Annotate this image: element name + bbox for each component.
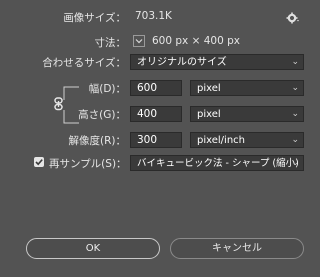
cancel-button[interactable]: キャンセル bbox=[170, 238, 304, 259]
resolution-unit-value: pixel/inch bbox=[197, 135, 245, 146]
chevron-down-icon: ⌄ bbox=[291, 135, 299, 145]
width-unit-select[interactable]: pixel ⌄ bbox=[190, 80, 304, 96]
resample-method-select[interactable]: バイキュービック法 - シャープ (縮小) ⌄ bbox=[130, 155, 304, 171]
height-unit-select[interactable]: pixel ⌄ bbox=[190, 106, 304, 122]
image-size-value: 703.1K bbox=[135, 10, 172, 22]
chevron-down-icon: ⌄ bbox=[291, 57, 299, 67]
gear-icon[interactable] bbox=[286, 9, 300, 28]
resample-checkbox[interactable] bbox=[34, 157, 44, 167]
resample-method-value: バイキュービック法 - シャープ (縮小) bbox=[137, 158, 299, 169]
image-size-label: 画像サイズ： bbox=[63, 12, 126, 24]
chevron-down-icon: ⌄ bbox=[291, 83, 299, 93]
width-unit-value: pixel bbox=[197, 83, 221, 94]
fit-to-label: 合わせるサイズ： bbox=[42, 57, 126, 69]
fit-to-select[interactable]: オリジナルのサイズ ⌄ bbox=[130, 54, 304, 70]
dimensions-label: 寸法： bbox=[94, 37, 127, 49]
image-size-dialog: 画像サイズ： 703.1K 寸法： 600 px × 400 px 合わせるサイ… bbox=[0, 0, 320, 277]
resample-label: 再サンプル(S)： bbox=[49, 158, 127, 170]
chevron-down-icon: ⌄ bbox=[291, 109, 299, 119]
resolution-input[interactable]: 300 bbox=[130, 132, 182, 148]
ok-button[interactable]: OK bbox=[26, 238, 160, 259]
height-label: 高さ(G)： bbox=[78, 109, 126, 121]
height-input[interactable]: 400 bbox=[130, 106, 182, 122]
resolution-unit-select[interactable]: pixel/inch ⌄ bbox=[190, 132, 304, 148]
width-input[interactable]: 600 bbox=[130, 80, 182, 96]
dimensions-value: 600 px × 400 px bbox=[152, 35, 240, 47]
resolution-label: 解像度(R)： bbox=[68, 135, 127, 147]
chevron-down-icon[interactable] bbox=[133, 35, 145, 47]
height-unit-value: pixel bbox=[197, 109, 221, 120]
width-label: 幅(D)： bbox=[88, 83, 126, 95]
fit-to-value: オリジナルのサイズ bbox=[137, 57, 227, 68]
link-icon[interactable] bbox=[53, 96, 65, 111]
chevron-down-icon: ⌄ bbox=[291, 158, 299, 168]
